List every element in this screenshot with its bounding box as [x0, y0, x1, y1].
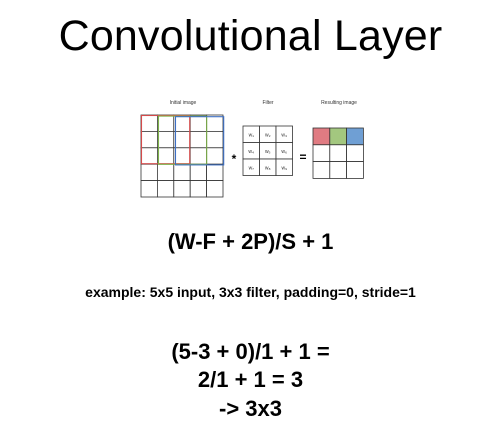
resulting-image-cell [329, 127, 347, 146]
resulting-image-cell [346, 127, 364, 146]
initial-image-cell [156, 180, 175, 198]
initial-image-cell [140, 163, 158, 181]
initial-image-cell [189, 180, 207, 198]
slide: Convolutional Layer Initial image Filter… [0, 0, 501, 437]
initial-image-cell [156, 147, 175, 165]
initial-image-cell [189, 147, 207, 165]
filter-weight: w₁ [249, 132, 255, 138]
calculation-line-1: (5-3 + 0)/1 + 1 = [171, 339, 330, 364]
initial-image-cell [206, 114, 224, 132]
initial-image-cell [206, 163, 224, 181]
initial-image-cell [173, 130, 191, 149]
calculation-line-2: 2/1 + 1 = 3 [197, 367, 304, 392]
initial-image-cell [189, 114, 207, 132]
initial-image-cell [189, 163, 207, 181]
initial-image-cell [156, 114, 175, 132]
resulting-image-cell [346, 161, 364, 179]
initial-image-cell [156, 163, 175, 181]
resulting-image-cell [312, 127, 331, 146]
initial-image-cell [140, 114, 158, 132]
convolution-operator: * [232, 152, 237, 166]
filter-label: Filter [262, 100, 273, 106]
initial-image-cell [173, 147, 191, 165]
initial-image-cell [206, 147, 224, 165]
filter-weight: w₇ [249, 165, 255, 171]
initial-image-cell [173, 180, 191, 198]
filter-weight: w₉ [281, 165, 287, 171]
calculation-line-3: -> 3x3 [219, 396, 282, 421]
initial-image-grid [140, 114, 224, 198]
resulting-image-cell [329, 161, 347, 179]
initial-image-cell [189, 130, 207, 149]
resulting-image-grid [312, 127, 364, 179]
filter-weight: w₃ [281, 132, 287, 138]
output-size-formula: (W-F + 2P)/S + 1 [167, 229, 334, 254]
initial-image-cell [140, 130, 158, 149]
filter-weight: w₈ [265, 165, 271, 171]
initial-image-cell [173, 114, 191, 132]
initial-image-cell [206, 180, 224, 198]
resulting-image-cell [346, 144, 364, 163]
equals-operator: = [299, 150, 306, 164]
initial-image-cell [206, 130, 224, 149]
example-text: example: 5x5 input, 3x3 filter, padding=… [85, 284, 416, 300]
filter-weight: w₄ [248, 149, 254, 155]
resulting-image-label: Resulting image [321, 100, 357, 106]
filter-weight: w₅ [265, 149, 271, 155]
initial-image-cell [173, 163, 191, 181]
initial-image-cell [140, 147, 158, 165]
initial-image-label: Initial image [170, 100, 197, 106]
initial-image-cell [140, 180, 158, 198]
filter-weight: w₂ [265, 132, 271, 138]
filter-grid: w₁ w₂ w₃ w₄ w₅ w₆ w₇ w₈ w₉ [242, 125, 293, 176]
resulting-image-cell [312, 144, 331, 163]
resulting-image-cell [329, 144, 347, 163]
filter-weight: w₆ [281, 149, 287, 155]
resulting-image-cell [312, 161, 331, 179]
initial-image-cell [156, 130, 175, 149]
